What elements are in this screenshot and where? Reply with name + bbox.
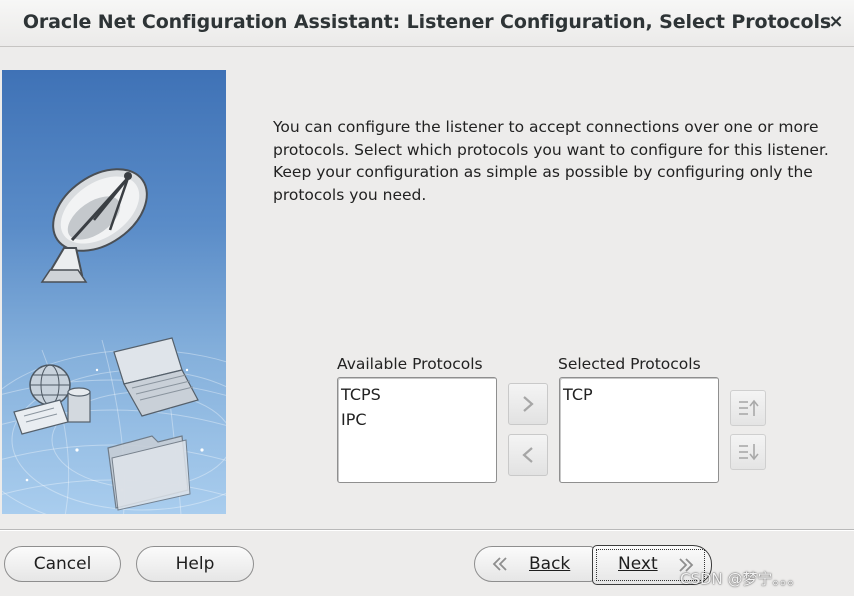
available-protocols-label: Available Protocols — [337, 355, 483, 373]
list-item[interactable]: IPC — [341, 407, 496, 432]
move-up-icon — [739, 399, 759, 416]
title-bar: Oracle Net Configuration Assistant: List… — [0, 0, 854, 47]
move-down-button[interactable] — [730, 434, 766, 470]
wizard-banner-image — [2, 70, 226, 514]
chevron-left-icon — [522, 447, 533, 463]
list-item[interactable]: TCPS — [341, 382, 496, 407]
selected-protocols-list[interactable]: TCP — [559, 377, 719, 483]
cancel-button[interactable]: Cancel — [4, 546, 121, 582]
back-button-label: Back — [529, 554, 571, 574]
double-chevron-left-icon — [492, 557, 507, 571]
next-button-label: Next — [618, 554, 658, 574]
add-protocol-button[interactable] — [508, 383, 548, 425]
watermark-text: CSDN @梦宁。。。 — [680, 570, 803, 588]
remove-protocol-button[interactable] — [508, 434, 548, 476]
list-item[interactable]: TCP — [563, 382, 718, 407]
footer-separator — [0, 529, 854, 531]
selected-protocols-label: Selected Protocols — [558, 355, 701, 373]
help-button-label: Help — [175, 554, 215, 574]
available-protocols-list[interactable]: TCPS IPC — [337, 377, 497, 483]
close-icon[interactable]: × — [824, 10, 848, 34]
back-button[interactable]: Back — [474, 546, 594, 582]
window-title: Oracle Net Configuration Assistant: List… — [22, 11, 832, 33]
help-button[interactable]: Help — [136, 546, 254, 582]
chevron-right-icon — [523, 396, 534, 412]
move-up-button[interactable] — [730, 390, 766, 426]
move-down-icon — [739, 444, 759, 461]
cancel-button-label: Cancel — [33, 554, 92, 574]
satellite-dish-illustration — [2, 168, 226, 514]
instructions-text: You can configure the listener to accept… — [273, 118, 829, 204]
